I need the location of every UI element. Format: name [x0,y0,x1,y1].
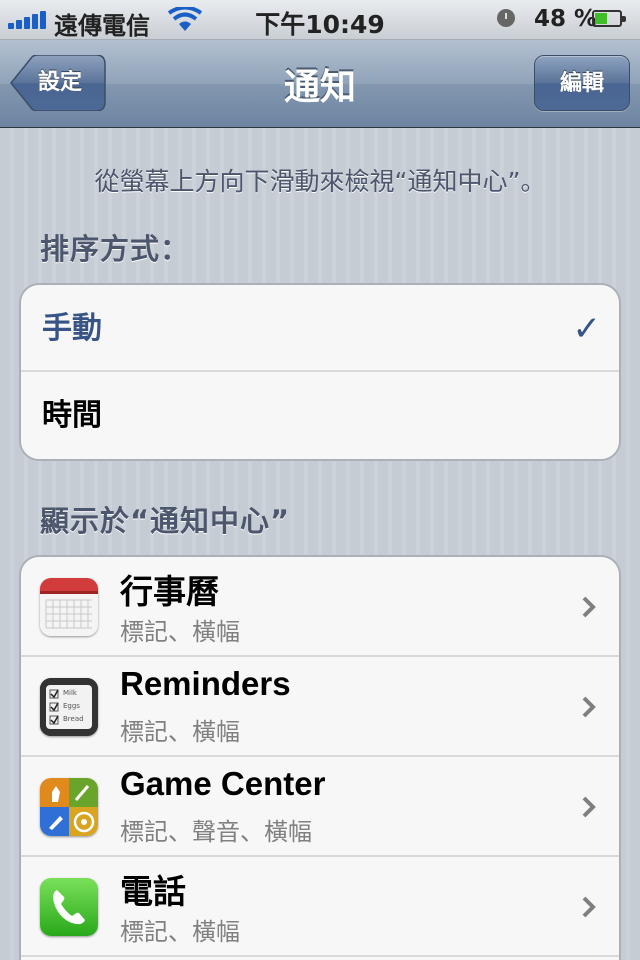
notification-center-section-header: 顯示於“通知中心” [40,504,291,538]
app-name: 行事曆 [120,573,219,610]
calendar-icon [40,578,98,636]
app-name: Game Center [120,765,326,802]
notification-apps-group: 行事曆 標記、橫幅 Milk Eggs Bread Reminders 標記、橫… [19,555,621,960]
app-alert-style: 標記、橫幅 [120,918,240,946]
reminders-icon: Milk Eggs Bread [40,678,98,736]
reminders-icon-text: Eggs [63,702,80,710]
chevron-right-icon [582,896,596,918]
sort-option-time[interactable]: 時間 [21,372,619,459]
chevron-right-icon [582,596,596,618]
app-row-game-center[interactable]: Game Center 標記、聲音、橫幅 [21,757,619,857]
game-center-icon [40,778,98,836]
app-name: 電話 [120,873,186,910]
app-row-phone[interactable]: 電話 標記、橫幅 [21,857,619,957]
sort-option-label: 手動 [42,311,102,346]
app-row-reminders[interactable]: Milk Eggs Bread Reminders 標記、橫幅 [21,657,619,757]
reminders-icon-text: Bread [63,715,84,723]
battery-icon [592,10,626,27]
checkmark-icon: ✓ [572,309,602,349]
app-alert-style: 標記、聲音、橫幅 [120,818,312,846]
sort-option-manual[interactable]: 手動 ✓ [21,285,619,372]
phone-icon [40,878,98,936]
app-row-calendar[interactable]: 行事曆 標記、橫幅 [21,557,619,657]
alarm-clock-icon [497,9,515,27]
sort-section-header: 排序方式： [40,232,191,266]
app-alert-style: 標記、橫幅 [120,618,240,646]
swipe-hint-text: 從螢幕上方向下滑動來檢視“通知中心”。 [94,167,546,196]
reminders-icon-text: Milk [63,689,77,697]
sort-options-group: 手動 ✓ 時間 [19,283,621,461]
battery-percentage: 48 % [534,6,598,32]
edit-button[interactable]: 編輯 [534,55,630,111]
app-name: Reminders [120,665,291,702]
chevron-right-icon [582,696,596,718]
app-alert-style: 標記、橫幅 [120,718,240,746]
sort-option-label: 時間 [42,398,102,433]
chevron-right-icon [582,796,596,818]
status-bar: 遠傳電信 下午10:49 48 % [0,0,640,40]
navigation-bar: 設定 通知 編輯 [0,40,640,128]
